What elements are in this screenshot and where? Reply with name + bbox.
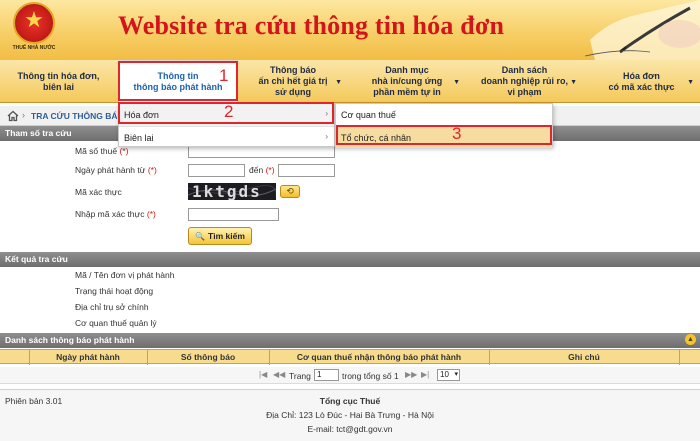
annotation-number-2: 2 — [224, 102, 234, 121]
issue-date-to-label: đến (*) — [249, 165, 275, 175]
main-menu: Thông tin hóa đơn, biên lai Thông tin th… — [0, 60, 700, 103]
collapse-icon[interactable]: ▲ — [685, 334, 696, 345]
dropdown-level-2: Cơ quan thuế Tổ chức, cá nhân — [335, 103, 553, 148]
result-field-address: Địa chỉ trụ sở chính — [75, 302, 149, 312]
issue-date-to-input[interactable] — [278, 164, 335, 177]
dropdown-item-receipt[interactable]: Biên lai › — [119, 126, 334, 148]
caret-down-icon: ▼ — [570, 79, 577, 86]
menu-invoice-info[interactable]: Thông tin hóa đơn, biên lai — [0, 60, 117, 103]
caret-down-icon: ▼ — [335, 79, 342, 86]
table-section-header: Danh sách thông báo phát hành ▲ — [0, 333, 700, 348]
issue-date-from-input[interactable] — [188, 164, 245, 177]
table-header: Ngày phát hành Số thông báo Cơ quan thuế… — [0, 349, 700, 365]
menu-expired-notice[interactable]: Thông báo ấn chỉ hết giá trị sử dụng ▼ — [238, 60, 348, 103]
dropdown-item-tax-office[interactable]: Cơ quan thuế — [336, 104, 552, 126]
page-total: trong tổng số 1 — [342, 371, 399, 381]
annotation-number-1: 1 — [219, 66, 229, 85]
column-header[interactable]: Cơ quan thuế nhận thông báo phát hành — [269, 352, 489, 362]
refresh-icon: ⟲ — [286, 186, 294, 196]
caret-down-icon: ▼ — [453, 79, 460, 86]
site-header: ★ THUẾ NHÀ NƯỚC Website tra cứu thông ti… — [0, 0, 700, 60]
captcha-input-label: Nhập mã xác thực (*) — [75, 209, 156, 219]
emblem-logo: ★ — [13, 2, 55, 44]
result-field-unit: Mã / Tên đơn vị phát hành — [75, 270, 175, 280]
result-field-tax-office: Cơ quan thuế quản lý — [75, 318, 157, 328]
breadcrumb-current: TRA CỨU THÔNG BÁO — [31, 111, 125, 121]
captcha-image: 1ktgds — [188, 183, 276, 200]
search-icon: 🔍 — [195, 231, 206, 241]
first-page-icon[interactable]: |◀ — [259, 370, 267, 379]
pen-hand-illustration — [584, 0, 700, 60]
menu-risk-businesses[interactable]: Danh sách doanh nghiệp rủi ro, vi phạm ▼ — [466, 60, 583, 103]
star-icon: ★ — [24, 7, 44, 32]
breadcrumb-separator: › — [22, 110, 25, 120]
search-button[interactable]: 🔍 Tìm kiếm — [188, 227, 252, 245]
select-caret-icon: ▾ — [454, 371, 458, 378]
column-header[interactable]: Ngày phát hành — [29, 352, 147, 362]
footer: Phiên bản 3.01 Tổng cục Thuế Địa Chỉ: 12… — [0, 389, 700, 441]
pagination: |◀ ◀◀ Trang 1 trong tổng số 1 ▶▶ ▶| 10 ▾ — [0, 367, 700, 384]
captcha-refresh-button[interactable]: ⟲ — [280, 185, 300, 198]
caret-down-icon: ▼ — [687, 79, 694, 86]
menu-authenticated-invoice[interactable]: Hóa đơn có mã xác thực ▼ — [583, 60, 700, 103]
page-size-select[interactable]: 10 ▾ — [437, 369, 460, 381]
results-section-header: Kết quả tra cứu — [0, 252, 700, 267]
page-number-input[interactable]: 1 — [314, 369, 339, 381]
menu-printer-catalog[interactable]: Danh mục nhà in/cung ứng phần mềm tự in … — [348, 60, 466, 103]
column-header[interactable]: Ghi chú — [489, 352, 679, 362]
last-page-icon[interactable]: ▶| — [421, 370, 429, 379]
captcha-input[interactable] — [188, 208, 279, 221]
prev-page-icon[interactable]: ◀◀ — [273, 370, 285, 379]
issue-date-from-label: Ngày phát hành từ (*) — [75, 165, 157, 175]
chevron-right-icon: › — [325, 109, 328, 118]
next-page-icon[interactable]: ▶▶ — [405, 370, 417, 379]
page-label: Trang — [289, 371, 311, 381]
footer-email[interactable]: E-mail: tct@gdt.gov.vn — [0, 424, 700, 434]
annotation-number-3: 3 — [452, 124, 462, 143]
captcha-label: Mã xác thực — [75, 187, 122, 197]
captcha-text: 1ktgds — [192, 183, 262, 200]
home-icon[interactable] — [7, 110, 19, 122]
emblem-label: THUẾ NHÀ NƯỚC — [12, 45, 56, 51]
site-title: Website tra cứu thông tin hóa đơn — [118, 11, 505, 40]
footer-address: Địa Chỉ: 123 Lò Đúc - Hai Bà Trưng - Hà … — [266, 410, 434, 420]
column-header[interactable]: Số thông báo — [147, 352, 269, 362]
result-field-status: Trạng thái hoạt động — [75, 286, 154, 296]
footer-org: Tổng cục Thuế — [319, 396, 381, 406]
chevron-right-icon: › — [325, 132, 328, 141]
dropdown-item-organization-individual[interactable]: Tổ chức, cá nhân — [336, 126, 552, 148]
